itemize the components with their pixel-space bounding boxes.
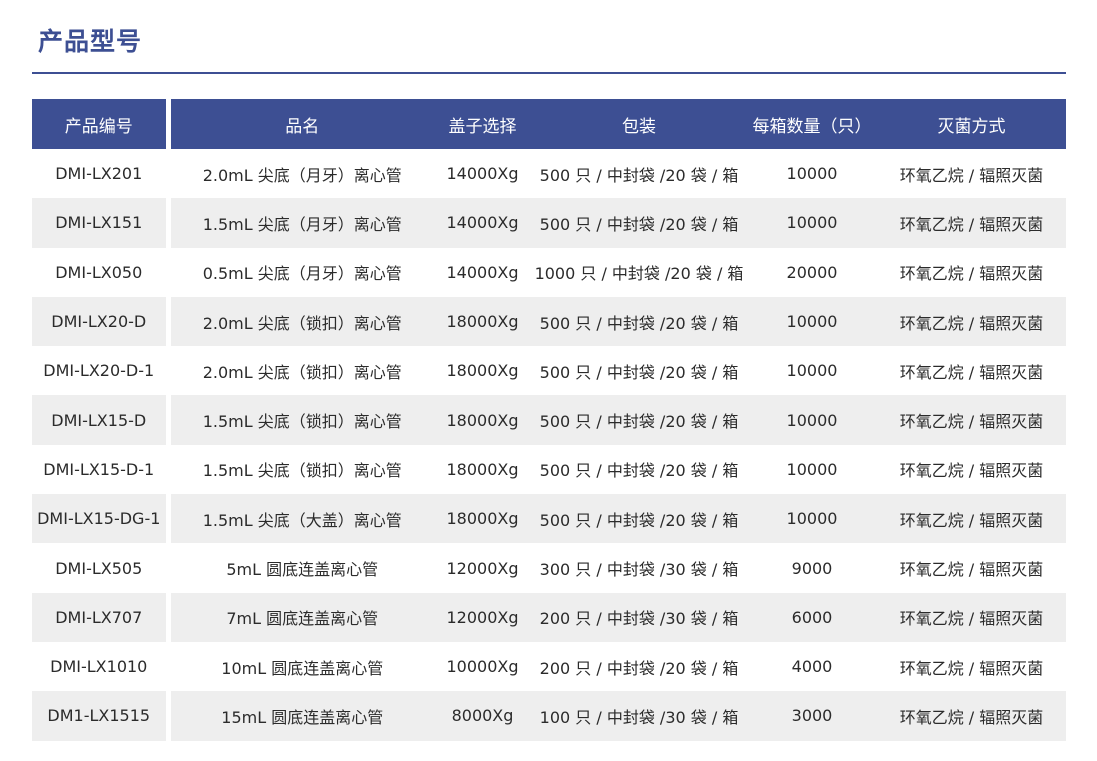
cell-product-name: 1.5mL 尖底（锁扣）离心管 [202,461,402,481]
cell-cap-option: 12000Xg [446,558,519,578]
cell-product-code: DMI-LX15-D [32,395,171,445]
table-body: DMI-LX201 2.0mL 尖底（月牙）离心管 14000Xg 500 只 / 中… [32,149,1066,741]
cell-product-name: 5mL 圆底连盖离心管 [226,560,379,580]
cell-sterilization: 环氧乙烷 / 辐照灭菌 [877,592,1066,642]
cell-product-code: DMI-LX151 [32,198,171,248]
cell-sterilization: 环氧乙烷 / 辐照灭菌 [877,395,1066,445]
cell-sterilization: 环氧乙烷 / 辐照灭菌 [899,362,1044,382]
table-row: DMI-LX201 2.0mL 尖底（月牙）离心管 14000Xg 500 只 / 中… [32,149,1066,199]
cell-cap-option: 14000Xg [434,198,531,248]
cell-product-code: DMI-LX505 [32,543,171,593]
table-row: DMI-LX20-D-1 2.0mL 尖底（锁扣）离心管 18000Xg 500 只 … [32,346,1066,396]
cell-packaging: 500 只 / 中封袋 /20 袋 / 箱 [531,296,747,347]
cell-product-name: 2.0mL 尖底（锁扣）离心管 [168,296,434,347]
cell-qty-per-case: 6000 [747,592,877,642]
cell-cap-option: 12000Xg [434,592,531,642]
cell-cap-option: 18000Xg [434,494,531,544]
cell-cap-option: 14000Xg [446,262,519,282]
header-product-name: 品名 [168,99,434,149]
cell-packaging: 500 只 / 中封袋 /20 袋 / 箱 [539,461,739,481]
cell-qty-per-case: 10000 [747,296,877,347]
cell-sterilization: 环氧乙烷 / 辐照灭菌 [877,691,1066,741]
cell-product-code: DMI-LX20-D [32,296,171,347]
cell-packaging: 300 只 / 中封袋 /30 袋 / 箱 [539,560,739,580]
table-row: DMI-LX15-DG-1 1.5mL 尖底（大盖）离心管 18000Xg 500 只… [32,494,1066,544]
header-sterilization: 灭菌方式 [877,99,1066,149]
cell-packaging: 500 只 / 中封袋 /20 袋 / 箱 [531,198,747,248]
product-spec-table: 产品编号 品名 盖子选择 包装 每箱数量（只） 灭菌方式 DMI-LX201 2.… [32,99,1066,741]
cell-product-code: DMI-LX707 [32,592,171,642]
table-row: DMI-LX050 0.5mL 尖底（月牙）离心管 14000Xg 1000 只 / … [32,247,1066,297]
cell-packaging: 500 只 / 中封袋 /20 袋 / 箱 [531,494,747,544]
cell-qty-per-case: 10000 [786,361,838,381]
cell-packaging: 1000 只 / 中封袋 /20 袋 / 箱 [534,264,744,284]
cell-product-code: DMI-LX20-D-1 [32,346,171,396]
cell-packaging: 200 只 / 中封袋 /20 袋 / 箱 [539,658,739,678]
cell-product-name: 10mL 圆底连盖离心管 [221,658,384,678]
cell-packaging: 500 只 / 中封袋 /20 袋 / 箱 [539,362,739,382]
table-row: DM1-LX1515 15mL 圆底连盖离心管 8000Xg 100 只 / 中封袋 … [32,691,1066,741]
cell-product-name: 2.0mL 尖底（锁扣）离心管 [202,362,402,382]
cell-sterilization: 环氧乙烷 / 辐照灭菌 [899,560,1044,580]
cell-product-code: DMI-LX201 [32,149,171,199]
cell-packaging: 200 只 / 中封袋 /30 袋 / 箱 [531,592,747,642]
cell-product-name: 1.5mL 尖底（大盖）离心管 [168,494,434,544]
cell-cap-option: 18000Xg [446,459,519,479]
cell-sterilization: 环氧乙烷 / 辐照灭菌 [877,494,1066,544]
title-divider [32,72,1066,74]
cell-sterilization: 环氧乙烷 / 辐照灭菌 [899,658,1044,678]
table-row: DMI-LX505 5mL 圆底连盖离心管 12000Xg 300 只 / 中封袋 /… [32,543,1066,593]
cell-product-code: DMI-LX1010 [32,641,171,692]
cell-product-name: 7mL 圆底连盖离心管 [168,592,434,642]
cell-qty-per-case: 10000 [747,395,877,445]
cell-qty-per-case: 10000 [786,164,838,184]
cell-product-code: DMI-LX050 [32,247,171,297]
cell-qty-per-case: 10000 [747,494,877,544]
cell-qty-per-case: 20000 [786,262,838,282]
table-row: DMI-LX1010 10mL 圆底连盖离心管 10000Xg 200 只 / 中封袋… [32,641,1066,692]
cell-packaging: 500 只 / 中封袋 /20 袋 / 箱 [531,395,747,445]
cell-qty-per-case: 10000 [747,198,877,248]
cell-cap-option: 14000Xg [446,164,519,184]
cell-packaging: 100 只 / 中封袋 /30 袋 / 箱 [531,691,747,741]
cell-sterilization: 环氧乙烷 / 辐照灭菌 [899,461,1044,481]
cell-qty-per-case: 4000 [791,657,833,677]
page-title: 产品型号 [38,27,143,56]
table-row: DMI-LX151 1.5mL 尖底（月牙）离心管 14000Xg 500 只 / 中… [32,198,1066,248]
cell-sterilization: 环氧乙烷 / 辐照灭菌 [877,296,1066,347]
cell-product-code: DMI-LX15-D-1 [32,444,171,495]
table-header: 产品编号 品名 盖子选择 包装 每箱数量（只） 灭菌方式 [32,99,1066,149]
cell-packaging: 500 只 / 中封袋 /20 袋 / 箱 [539,165,739,185]
cell-product-name: 1.5mL 尖底（锁扣）离心管 [168,395,434,445]
cell-cap-option: 18000Xg [434,296,531,347]
cell-qty-per-case: 9000 [791,558,833,578]
table-row: DMI-LX707 7mL 圆底连盖离心管 12000Xg 200 只 / 中封袋 /… [32,592,1066,642]
cell-product-name: 0.5mL 尖底（月牙）离心管 [202,264,402,284]
header-product-code: 产品编号 [32,99,171,149]
cell-cap-option: 8000Xg [434,691,531,741]
cell-product-name: 1.5mL 尖底（月牙）离心管 [168,198,434,248]
header-qty-per-case: 每箱数量（只） [747,99,877,149]
cell-product-name: 2.0mL 尖底（月牙）离心管 [202,165,402,185]
table-row: DMI-LX15-D-1 1.5mL 尖底（锁扣）离心管 18000Xg 500 只 … [32,444,1066,495]
cell-cap-option: 10000Xg [446,657,519,677]
header-cap-option: 盖子选择 [434,99,531,149]
cell-product-name: 15mL 圆底连盖离心管 [168,691,434,741]
cell-cap-option: 18000Xg [446,361,519,381]
table-row: DMI-LX20-D 2.0mL 尖底（锁扣）离心管 18000Xg 500 只 / … [32,296,1066,347]
table-row: DMI-LX15-D 1.5mL 尖底（锁扣）离心管 18000Xg 500 只 / … [32,395,1066,445]
cell-product-code: DM1-LX1515 [32,691,171,741]
cell-sterilization: 环氧乙烷 / 辐照灭菌 [899,264,1044,284]
cell-qty-per-case: 10000 [786,459,838,479]
cell-sterilization: 环氧乙烷 / 辐照灭菌 [899,165,1044,185]
cell-qty-per-case: 3000 [747,691,877,741]
cell-cap-option: 18000Xg [434,395,531,445]
header-packaging: 包装 [531,99,747,149]
cell-product-code: DMI-LX15-DG-1 [32,494,171,544]
header-row: 产品编号 品名 盖子选择 包装 每箱数量（只） 灭菌方式 [32,99,1066,149]
cell-sterilization: 环氧乙烷 / 辐照灭菌 [877,198,1066,248]
